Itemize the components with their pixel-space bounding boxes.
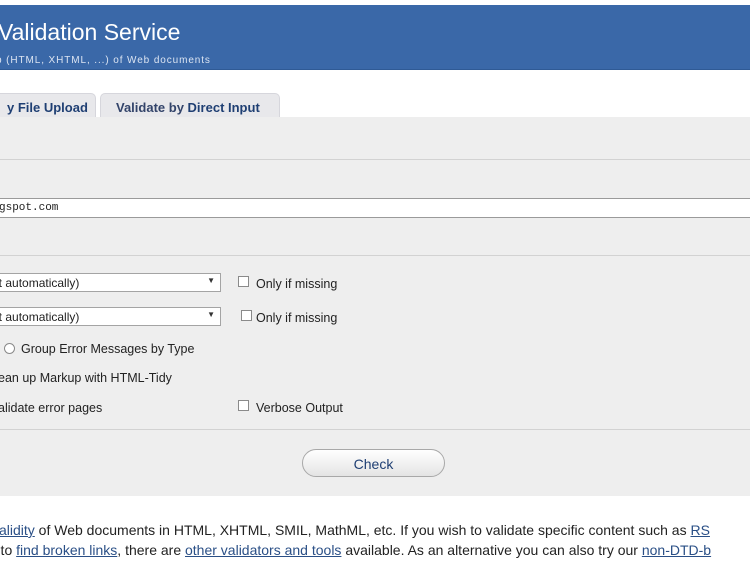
validator-page: Validation Service p (HTML, XHTML, ...) … [0, 0, 750, 562]
chevron-down-icon: ▼ [207, 276, 215, 285]
intro-text: validity of Web documents in HTML, XHTML… [0, 520, 750, 560]
page-subtitle: p (HTML, XHTML, ...) of Web documents [0, 55, 211, 66]
tab-file-upload-label: y File Upload [7, 100, 88, 115]
intro-line-2-mid: , there are [117, 542, 185, 558]
intro-line-2-prefix: r to [0, 542, 13, 558]
check-button[interactable]: Check [302, 449, 445, 477]
tab-direct-input-lead: Validate by [116, 100, 188, 115]
doctype-only-if-missing-checkbox[interactable] [241, 310, 252, 321]
non-dtd-link[interactable]: non-DTD-b [642, 542, 711, 558]
header-banner: Validation Service p (HTML, XHTML, ...) … [0, 5, 750, 70]
rss-link[interactable]: RS [690, 522, 709, 538]
group-errors-radio[interactable] [4, 343, 15, 354]
divider [0, 429, 750, 430]
charset-only-if-missing-checkbox[interactable] [238, 276, 249, 287]
charset-select-value: ect automatically) [0, 276, 80, 290]
group-errors-label: Group Error Messages by Type [21, 342, 195, 356]
other-validators-link[interactable]: other validators and tools [185, 542, 341, 558]
tab-file-upload[interactable]: y File Upload [0, 93, 96, 118]
cleanup-tidy-label: ean up Markup with HTML-Tidy [0, 371, 172, 385]
charset-select[interactable]: ect automatically) ▼ [0, 273, 221, 292]
uri-input-value: gspot.com [0, 202, 59, 214]
intro-line-1: validity of Web documents in HTML, XHTML… [0, 520, 750, 540]
verbose-output-checkbox[interactable] [238, 400, 249, 411]
intro-line-1-text: of Web documents in HTML, XHTML, SMIL, M… [34, 522, 691, 538]
divider [0, 159, 750, 160]
check-button-label: Check [353, 456, 394, 472]
validity-link[interactable]: validity [0, 522, 35, 538]
doctype-select[interactable]: ect automatically) ▼ [0, 307, 221, 326]
chevron-down-icon: ▼ [207, 310, 215, 319]
uri-input[interactable]: gspot.com [0, 198, 750, 218]
doctype-select-value: ect automatically) [0, 310, 80, 324]
divider [0, 255, 750, 256]
charset-only-if-missing-label: Only if missing [256, 277, 338, 291]
tab-direct-input[interactable]: Validate by Direct Input [100, 93, 280, 118]
verbose-output-label: Verbose Output [256, 401, 343, 415]
validate-error-pages-label: alidate error pages [0, 401, 103, 415]
intro-line-2-mid2: available. As an alternative you can als… [341, 542, 642, 558]
tab-direct-input-label: Direct Input [187, 100, 260, 115]
page-title: Validation Service [0, 19, 181, 45]
doctype-only-if-missing-label: Only if missing [256, 311, 338, 325]
intro-line-2: r to find broken links, there are other … [0, 540, 750, 560]
broken-links-link[interactable]: find broken links [16, 542, 117, 558]
